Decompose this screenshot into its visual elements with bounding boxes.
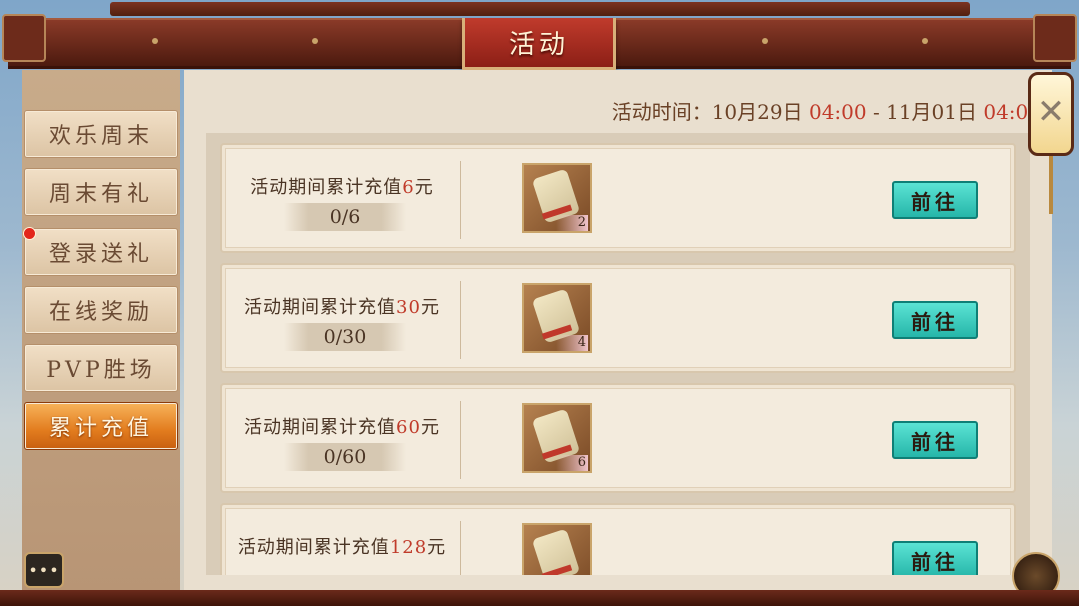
condition-unit: 元: [420, 297, 440, 318]
roof-corner-left: [2, 14, 46, 62]
sidebar-item[interactable]: 在线奖励: [24, 286, 178, 334]
sidebar-item[interactable]: 周末有礼: [24, 168, 178, 216]
reward-row: 活动期间累计充值30元 0/30 4 前往: [220, 263, 1016, 373]
roof-corner-right: [1033, 14, 1077, 62]
roof-stud: [762, 38, 768, 44]
go-button-label: 前往: [911, 429, 959, 454]
notification-dot: [23, 227, 36, 240]
condition-unit: 元: [420, 417, 440, 438]
close-button[interactable]: ✕: [1032, 92, 1070, 132]
condition-amount: 60: [396, 417, 421, 438]
reward-row: 活动期间累计充值128元前往: [220, 503, 1016, 575]
event-time-separator: -: [872, 100, 880, 124]
roof-stud: [312, 38, 318, 44]
condition-unit: 元: [427, 537, 447, 558]
roof-stud: [922, 38, 928, 44]
condition-amount: 30: [396, 297, 421, 318]
reward-row: 活动期间累计充值6元 0/6 2 前往: [220, 143, 1016, 253]
item-count: 6: [556, 455, 588, 471]
go-button-label: 前往: [911, 549, 959, 574]
bottom-frame: [0, 590, 1079, 606]
sidebar-item-label: 登录送礼: [48, 242, 153, 267]
go-button-label: 前往: [911, 189, 959, 214]
event-start-date: 10月29日: [711, 100, 803, 124]
condition-amount: 6: [402, 177, 415, 198]
sidebar-item-label: 在线奖励: [48, 300, 153, 325]
reward-condition: 活动期间累计充值60元: [222, 413, 462, 439]
go-button[interactable]: 前往: [892, 301, 978, 339]
sidebar-item-label: 累计充值: [48, 416, 153, 441]
progress-value: 0/6: [284, 203, 406, 231]
row-divider: [460, 401, 461, 479]
event-time-label: 活动时间：: [611, 100, 712, 124]
condition-unit: 元: [414, 177, 434, 198]
event-end-date: 11月01日: [886, 100, 977, 124]
roof-top-rail: [110, 2, 970, 16]
sidebar-item-label: 周末有礼: [48, 182, 153, 207]
reward-condition: 活动期间累计充值128元: [222, 533, 462, 559]
reward-row: 活动期间累计充值60元 0/60 6 前往: [220, 383, 1016, 493]
sidebar-item-label: PVP胜场: [46, 358, 156, 383]
row-divider: [460, 521, 461, 575]
go-button-label: 前往: [911, 309, 959, 334]
sidebar-item-label: 欢乐周末: [48, 124, 153, 149]
reward-list[interactable]: 活动期间累计充值6元 0/6 2 前往 活动期间累计充值30元 0/30 4 前往 活动期间累计…: [206, 133, 1030, 575]
condition-text: 活动期间累计充值: [237, 537, 390, 558]
event-time: 活动时间：10月29日 04:00 - 11月01日 04:00: [612, 96, 1041, 125]
lantern-tassel: [1049, 156, 1053, 214]
go-button[interactable]: 前往: [892, 421, 978, 459]
chat-icon: •••: [28, 560, 60, 580]
condition-text: 活动期间累计充值: [250, 177, 403, 198]
reward-item-icon[interactable]: [522, 523, 592, 575]
page-title: 活动: [508, 30, 569, 60]
reward-item-icon[interactable]: 4: [522, 283, 592, 353]
item-count: 2: [556, 215, 588, 231]
row-divider: [460, 161, 461, 239]
sidebar-item[interactable]: 欢乐周末: [24, 110, 178, 158]
row-divider: [460, 281, 461, 359]
condition-amount: 128: [389, 537, 428, 558]
go-button[interactable]: 前往: [892, 181, 978, 219]
condition-text: 活动期间累计充值: [244, 297, 397, 318]
sidebar-item[interactable]: PVP胜场: [24, 344, 178, 392]
item-count: 4: [556, 335, 588, 351]
chat-button[interactable]: •••: [24, 552, 64, 588]
title-plate: 活动: [462, 18, 616, 70]
reward-item-icon[interactable]: 6: [522, 403, 592, 473]
condition-text: 活动期间累计充值: [244, 417, 397, 438]
event-start-time: 04:00: [808, 100, 867, 124]
progress-value: 0/30: [284, 323, 406, 351]
reward-item-icon[interactable]: 2: [522, 163, 592, 233]
progress-value: 0/60: [284, 443, 406, 471]
reward-condition: 活动期间累计充值30元: [222, 293, 462, 319]
sidebar-item[interactable]: 累计充值: [24, 402, 178, 450]
go-button[interactable]: 前往: [892, 541, 978, 575]
close-icon: ✕: [1036, 92, 1066, 132]
reward-condition: 活动期间累计充值6元: [222, 173, 462, 199]
roof-stud: [152, 38, 158, 44]
sidebar-item[interactable]: 登录送礼: [23, 227, 178, 276]
